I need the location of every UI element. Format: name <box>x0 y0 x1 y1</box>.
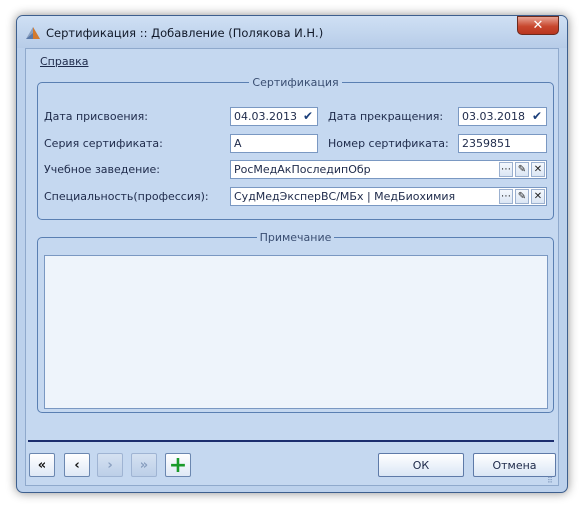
number-label: Номер сертификата: <box>328 137 449 150</box>
next-record-button[interactable]: › <box>97 453 123 477</box>
issue-date-field[interactable]: 04.03.2013 ✔ <box>230 107 318 126</box>
last-record-button[interactable]: » <box>131 453 157 477</box>
institution-value: РосМедАкПоследипОбр <box>234 163 371 176</box>
checkmark-icon[interactable]: ✔ <box>301 109 315 124</box>
ok-button[interactable]: ОК <box>378 453 464 477</box>
series-field[interactable]: А <box>230 134 318 153</box>
specialty-label: Специальность(профессия): <box>44 190 209 203</box>
note-textarea[interactable] <box>44 255 548 409</box>
edit-icon[interactable]: ✎ <box>515 189 529 204</box>
note-legend: Примечание <box>259 231 332 244</box>
issue-date-value: 04.03.2013 <box>234 110 297 123</box>
ellipsis-icon[interactable]: ⋯ <box>499 162 513 177</box>
note-group: Примечание <box>37 231 554 413</box>
certification-legend: Сертификация <box>252 76 339 89</box>
end-date-field[interactable]: 03.03.2018 ✔ <box>458 107 547 126</box>
specialty-value: СудМедЭксперВС/МБх | МедБиохимия <box>234 190 456 203</box>
ellipsis-icon[interactable]: ⋯ <box>499 189 513 204</box>
end-date-label: Дата прекращения: <box>328 110 444 123</box>
clear-icon[interactable]: ✕ <box>531 162 545 177</box>
issue-date-label: Дата присвоения: <box>44 110 148 123</box>
dialog-window: Сертификация :: Добавление (Полякова И.Н… <box>16 15 568 493</box>
app-icon <box>26 27 40 39</box>
series-label: Серия сертификата: <box>44 137 163 150</box>
cancel-button[interactable]: Отмена <box>473 453 556 477</box>
checkmark-icon[interactable]: ✔ <box>530 109 544 124</box>
dialog-body: Справка Сертификация Дата присвоения: 04… <box>25 48 559 486</box>
add-icon[interactable]: + <box>165 453 191 478</box>
edit-icon[interactable]: ✎ <box>515 162 529 177</box>
prev-record-button[interactable]: ‹ <box>64 453 90 477</box>
close-icon: ✕ <box>532 18 544 33</box>
institution-field[interactable]: РосМедАкПоследипОбр ⋯ ✎ ✕ <box>230 160 547 179</box>
institution-label: Учебное заведение: <box>44 163 160 176</box>
end-date-value: 03.03.2018 <box>462 110 525 123</box>
window-title: Сертификация :: Добавление (Полякова И.Н… <box>46 26 324 40</box>
close-button[interactable]: ✕ <box>517 16 559 35</box>
specialty-field[interactable]: СудМедЭксперВС/МБх | МедБиохимия ⋯ ✎ ✕ <box>230 187 547 206</box>
title-bar[interactable]: Сертификация :: Добавление (Полякова И.Н… <box>17 16 567 48</box>
clear-icon[interactable]: ✕ <box>531 189 545 204</box>
resize-grip-icon[interactable]: ⠿ <box>547 477 557 485</box>
menu-help[interactable]: Справка <box>40 55 88 68</box>
number-field[interactable]: 2359851 <box>458 134 547 153</box>
separator <box>28 440 554 442</box>
first-record-button[interactable]: « <box>29 453 55 477</box>
